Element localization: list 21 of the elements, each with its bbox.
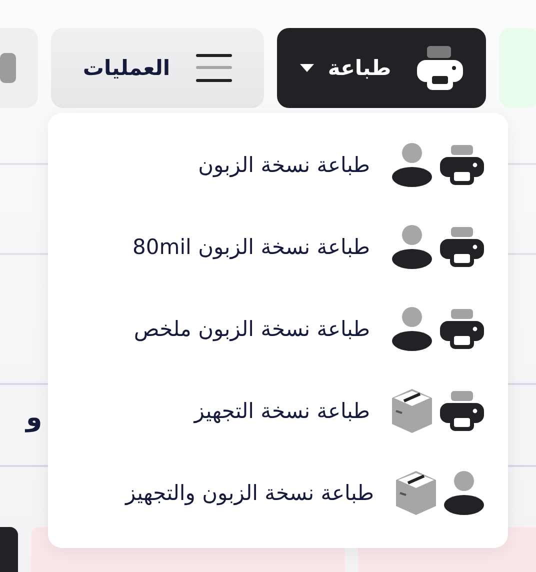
printer-icon xyxy=(440,391,484,431)
printer-icon xyxy=(417,46,464,90)
operations-button[interactable]: العمليات xyxy=(51,28,264,108)
person-icon xyxy=(392,225,432,269)
person-icon xyxy=(392,307,432,351)
menu-item[interactable]: طباعة نسخة الزبون xyxy=(48,124,508,206)
person-icon xyxy=(444,471,484,515)
print-button[interactable]: طباعة xyxy=(277,28,486,108)
menu-item[interactable]: طباعة نسخة الزبون والتجهيز xyxy=(48,452,508,534)
table-text: و xyxy=(26,403,42,433)
menu-icon xyxy=(196,51,232,85)
menu-item[interactable]: طباعة نسخة الزبون 80mil xyxy=(48,206,508,288)
box-icon xyxy=(392,389,432,433)
person-icon xyxy=(392,143,432,187)
printer-icon xyxy=(440,145,484,185)
caret-icon xyxy=(300,64,314,72)
printer-icon xyxy=(440,227,484,267)
box-icon xyxy=(396,471,436,515)
menu-item[interactable]: طباعة نسخة الزبون ملخص xyxy=(48,288,508,370)
menu-item[interactable]: طباعة نسخة التجهيز xyxy=(48,370,508,452)
printer-icon xyxy=(440,309,484,349)
